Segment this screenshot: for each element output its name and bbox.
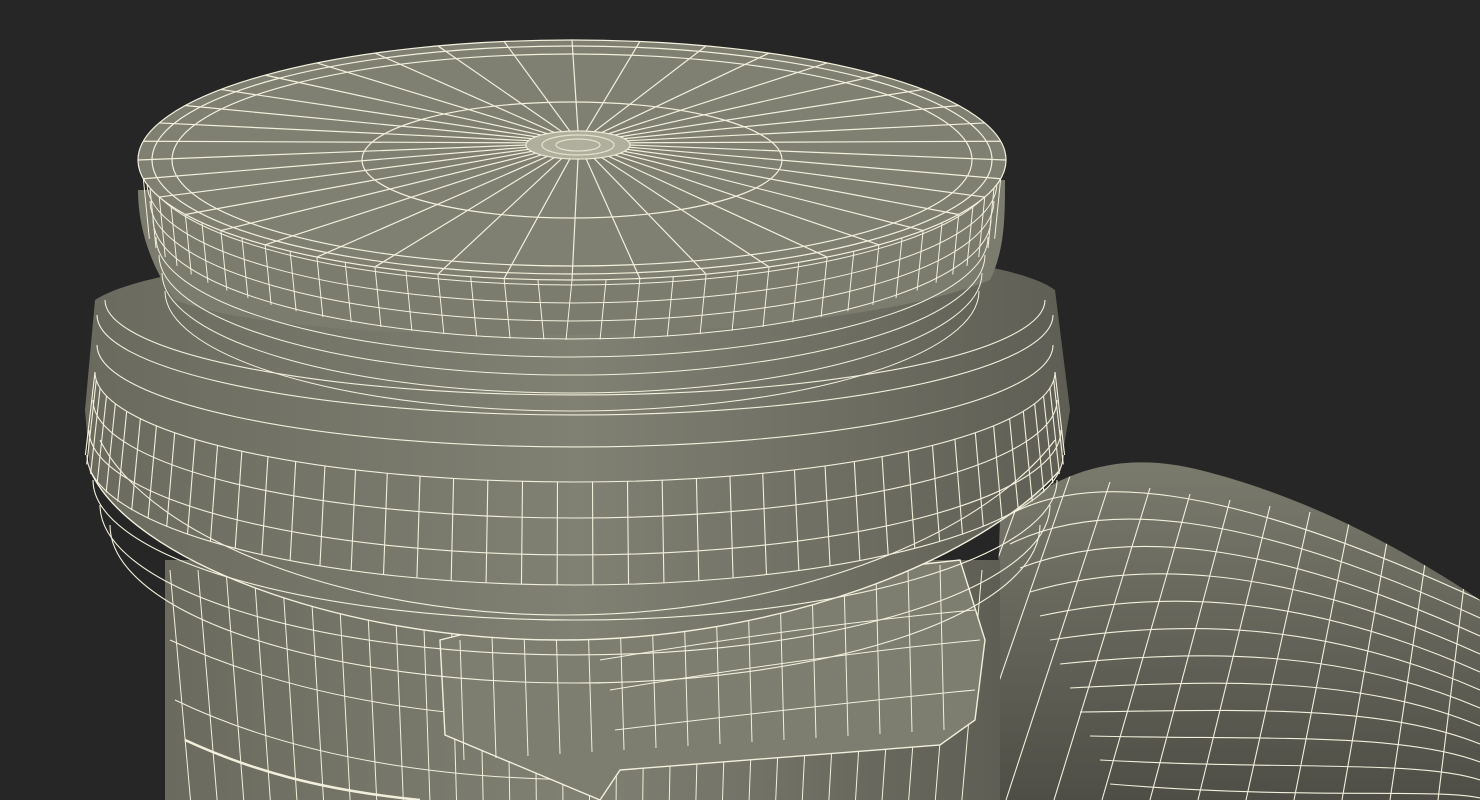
wireframe-render (84, 39, 1480, 800)
render-viewport (0, 0, 1480, 800)
top-cap (137, 39, 1007, 281)
center-hub (526, 131, 630, 159)
